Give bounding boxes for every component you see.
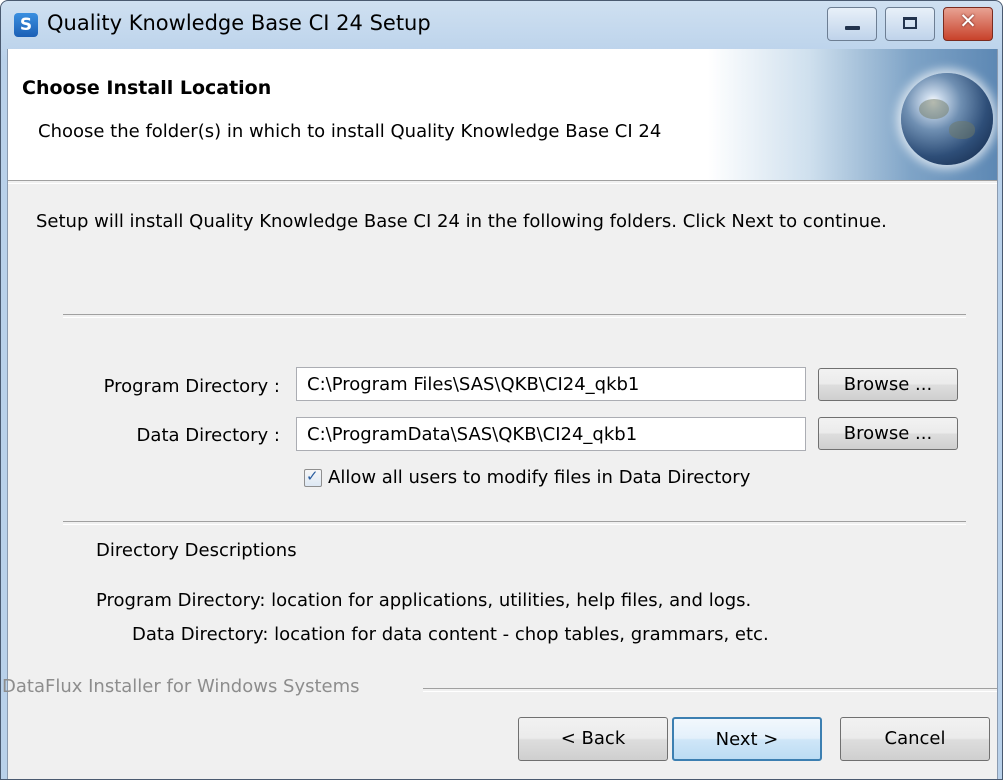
window-title: Quality Knowledge Base CI 24 Setup	[47, 11, 431, 35]
page-title: Choose Install Location	[22, 77, 272, 99]
browse-program-button[interactable]: Browse ...	[818, 368, 958, 401]
app-icon: S	[14, 13, 38, 37]
header-divider	[8, 180, 997, 184]
section-divider	[63, 521, 966, 525]
allow-all-users-checkbox[interactable]: ✓	[304, 467, 322, 487]
header-band: Choose Install Location Choose the folde…	[8, 49, 997, 180]
intro-text: Setup will install Quality Knowledge Bas…	[36, 211, 887, 232]
dialog-body: Choose Install Location Choose the folde…	[2, 49, 998, 779]
browse-data-button[interactable]: Browse ...	[818, 417, 958, 450]
globe-landmass	[949, 121, 975, 139]
globe-landmass	[919, 99, 949, 119]
page-subtitle: Choose the folder(s) in which to install…	[38, 121, 662, 142]
data-directory-input[interactable]	[296, 417, 806, 451]
program-directory-description: Program Directory: location for applicat…	[96, 590, 752, 611]
installer-brand-label: DataFlux Installer for Windows Systems	[2, 676, 360, 697]
minimize-button[interactable]	[827, 7, 877, 41]
minimize-icon	[845, 26, 860, 30]
section-divider	[63, 314, 966, 318]
allow-all-users-label[interactable]: Allow all users to modify files in Data …	[328, 467, 750, 488]
checkmark-icon: ✓	[306, 467, 319, 485]
cancel-button[interactable]: Cancel	[840, 717, 990, 761]
maximize-icon	[903, 17, 917, 29]
title-bar[interactable]: S Quality Knowledge Base CI 24 Setup ✕	[1, 1, 1002, 49]
maximize-button[interactable]	[885, 7, 935, 41]
next-button[interactable]: Next >	[672, 717, 822, 761]
data-directory-label: Data Directory :	[136, 425, 280, 446]
globe-icon	[901, 73, 993, 165]
footer-divider	[423, 688, 997, 692]
setup-window: S Quality Knowledge Base CI 24 Setup ✕ C…	[0, 0, 1003, 780]
directory-descriptions-heading: Directory Descriptions	[96, 540, 297, 561]
close-button[interactable]: ✕	[943, 7, 993, 41]
program-directory-label: Program Directory :	[103, 376, 280, 397]
data-directory-description: Data Directory: location for data conten…	[132, 624, 769, 645]
program-directory-input[interactable]	[296, 367, 806, 401]
close-icon: ✕	[959, 9, 977, 33]
back-button[interactable]: < Back	[518, 717, 668, 761]
